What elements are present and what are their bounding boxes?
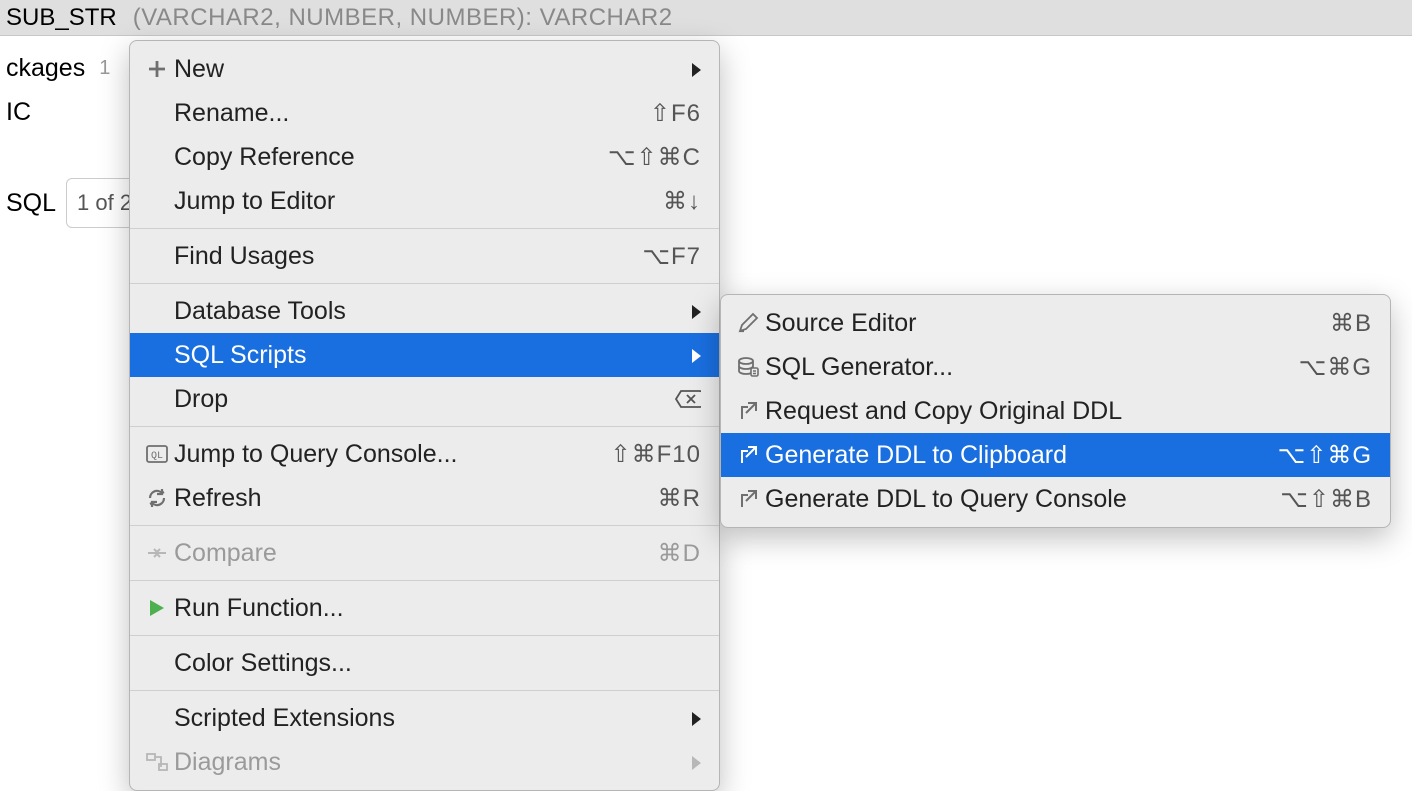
- tree-label: ckages: [6, 46, 85, 90]
- compare-icon: [140, 544, 174, 562]
- svg-text:QL: QL: [151, 451, 163, 462]
- export-icon: [731, 401, 765, 421]
- shortcut-label: ⌥⌘G: [1299, 353, 1372, 382]
- menu-label: New: [174, 55, 686, 84]
- tree-label: IC: [6, 90, 31, 134]
- shortcut-label: ⌥⇧⌘C: [608, 143, 701, 172]
- menu-label: Run Function...: [174, 594, 701, 623]
- menu-diagrams: Diagrams: [130, 740, 719, 784]
- menu-compare: Compare ⌘D: [130, 531, 719, 575]
- sql-scripts-submenu: Source Editor ⌘B SQL Generator... ⌥⌘G Re…: [720, 294, 1391, 528]
- menu-label: Source Editor: [765, 309, 1330, 338]
- plus-icon: [140, 59, 174, 79]
- run-icon: [140, 598, 174, 618]
- breadcrumb-bar: SUB_STR (VARCHAR2, NUMBER, NUMBER): VARC…: [0, 0, 1412, 36]
- menu-color-settings[interactable]: Color Settings...: [130, 641, 719, 685]
- count-badge: 1: [95, 46, 114, 90]
- submenu-sql-generator[interactable]: SQL Generator... ⌥⌘G: [721, 345, 1390, 389]
- menu-label: Color Settings...: [174, 649, 701, 678]
- menu-separator: [130, 283, 719, 284]
- menu-label: Generate DDL to Clipboard: [765, 441, 1278, 470]
- menu-label: Find Usages: [174, 242, 642, 271]
- console-icon: QL: [140, 445, 174, 463]
- menu-jump-to-editor[interactable]: Jump to Editor ⌘↓: [130, 179, 719, 223]
- submenu-generate-ddl-console[interactable]: Generate DDL to Query Console ⌥⇧⌘B: [721, 477, 1390, 521]
- menu-separator: [130, 228, 719, 229]
- submenu-arrow-icon: [686, 704, 701, 733]
- submenu-request-copy-ddl[interactable]: Request and Copy Original DDL: [721, 389, 1390, 433]
- menu-rename[interactable]: Rename... ⇧F6: [130, 91, 719, 135]
- pencil-icon: [731, 312, 765, 334]
- menu-new[interactable]: New: [130, 47, 719, 91]
- tree-label: SQL: [6, 181, 56, 225]
- menu-separator: [130, 580, 719, 581]
- menu-label: Drop: [174, 385, 675, 414]
- menu-refresh[interactable]: Refresh ⌘R: [130, 476, 719, 520]
- menu-label: Refresh: [174, 484, 658, 513]
- menu-label: Copy Reference: [174, 143, 608, 172]
- shortcut-label: ⇧⌘F10: [611, 440, 701, 469]
- shortcut-label: ⌘B: [1330, 309, 1372, 338]
- menu-jump-to-console[interactable]: QL Jump to Query Console... ⇧⌘F10: [130, 432, 719, 476]
- menu-label: Database Tools: [174, 297, 686, 326]
- menu-scripted-extensions[interactable]: Scripted Extensions: [130, 696, 719, 740]
- object-name: SUB_STR: [6, 4, 117, 32]
- submenu-arrow-icon: [686, 748, 701, 777]
- export-icon: [731, 489, 765, 509]
- menu-label: Scripted Extensions: [174, 704, 686, 733]
- shortcut-label: ⌥⇧⌘B: [1280, 485, 1372, 514]
- menu-sql-scripts[interactable]: SQL Scripts: [130, 333, 719, 377]
- submenu-arrow-icon: [686, 341, 701, 370]
- shortcut-label: ⌘↓: [663, 187, 701, 216]
- shortcut-label: ⌘D: [658, 539, 701, 568]
- object-signature: (VARCHAR2, NUMBER, NUMBER): VARCHAR2: [133, 4, 673, 32]
- menu-label: SQL Scripts: [174, 341, 686, 370]
- diagram-icon: [140, 753, 174, 771]
- menu-separator: [130, 525, 719, 526]
- export-icon: [731, 445, 765, 465]
- refresh-icon: [140, 487, 174, 509]
- menu-label: Diagrams: [174, 748, 686, 777]
- submenu-source-editor[interactable]: Source Editor ⌘B: [721, 301, 1390, 345]
- delete-icon: [675, 389, 701, 409]
- submenu-generate-ddl-clipboard[interactable]: Generate DDL to Clipboard ⌥⇧⌘G: [721, 433, 1390, 477]
- menu-label: Rename...: [174, 99, 650, 128]
- menu-separator: [130, 635, 719, 636]
- menu-label: Jump to Query Console...: [174, 440, 611, 469]
- menu-separator: [130, 426, 719, 427]
- submenu-arrow-icon: [686, 297, 701, 326]
- shortcut-label: ⌥F7: [642, 242, 701, 271]
- menu-label: Generate DDL to Query Console: [765, 485, 1280, 514]
- menu-label: Request and Copy Original DDL: [765, 397, 1372, 426]
- menu-database-tools[interactable]: Database Tools: [130, 289, 719, 333]
- context-menu: New Rename... ⇧F6 Copy Reference ⌥⇧⌘C Ju…: [129, 40, 720, 791]
- menu-label: SQL Generator...: [765, 353, 1299, 382]
- menu-label: Compare: [174, 539, 658, 568]
- shortcut-label: ⌘R: [658, 484, 701, 513]
- menu-run-function[interactable]: Run Function...: [130, 586, 719, 630]
- menu-copy-reference[interactable]: Copy Reference ⌥⇧⌘C: [130, 135, 719, 179]
- database-icon: [731, 356, 765, 378]
- menu-find-usages[interactable]: Find Usages ⌥F7: [130, 234, 719, 278]
- shortcut-label: ⇧F6: [650, 99, 701, 128]
- menu-label: Jump to Editor: [174, 187, 663, 216]
- submenu-arrow-icon: [686, 55, 701, 84]
- shortcut-label: ⌥⇧⌘G: [1278, 441, 1372, 470]
- menu-separator: [130, 690, 719, 691]
- menu-drop[interactable]: Drop: [130, 377, 719, 421]
